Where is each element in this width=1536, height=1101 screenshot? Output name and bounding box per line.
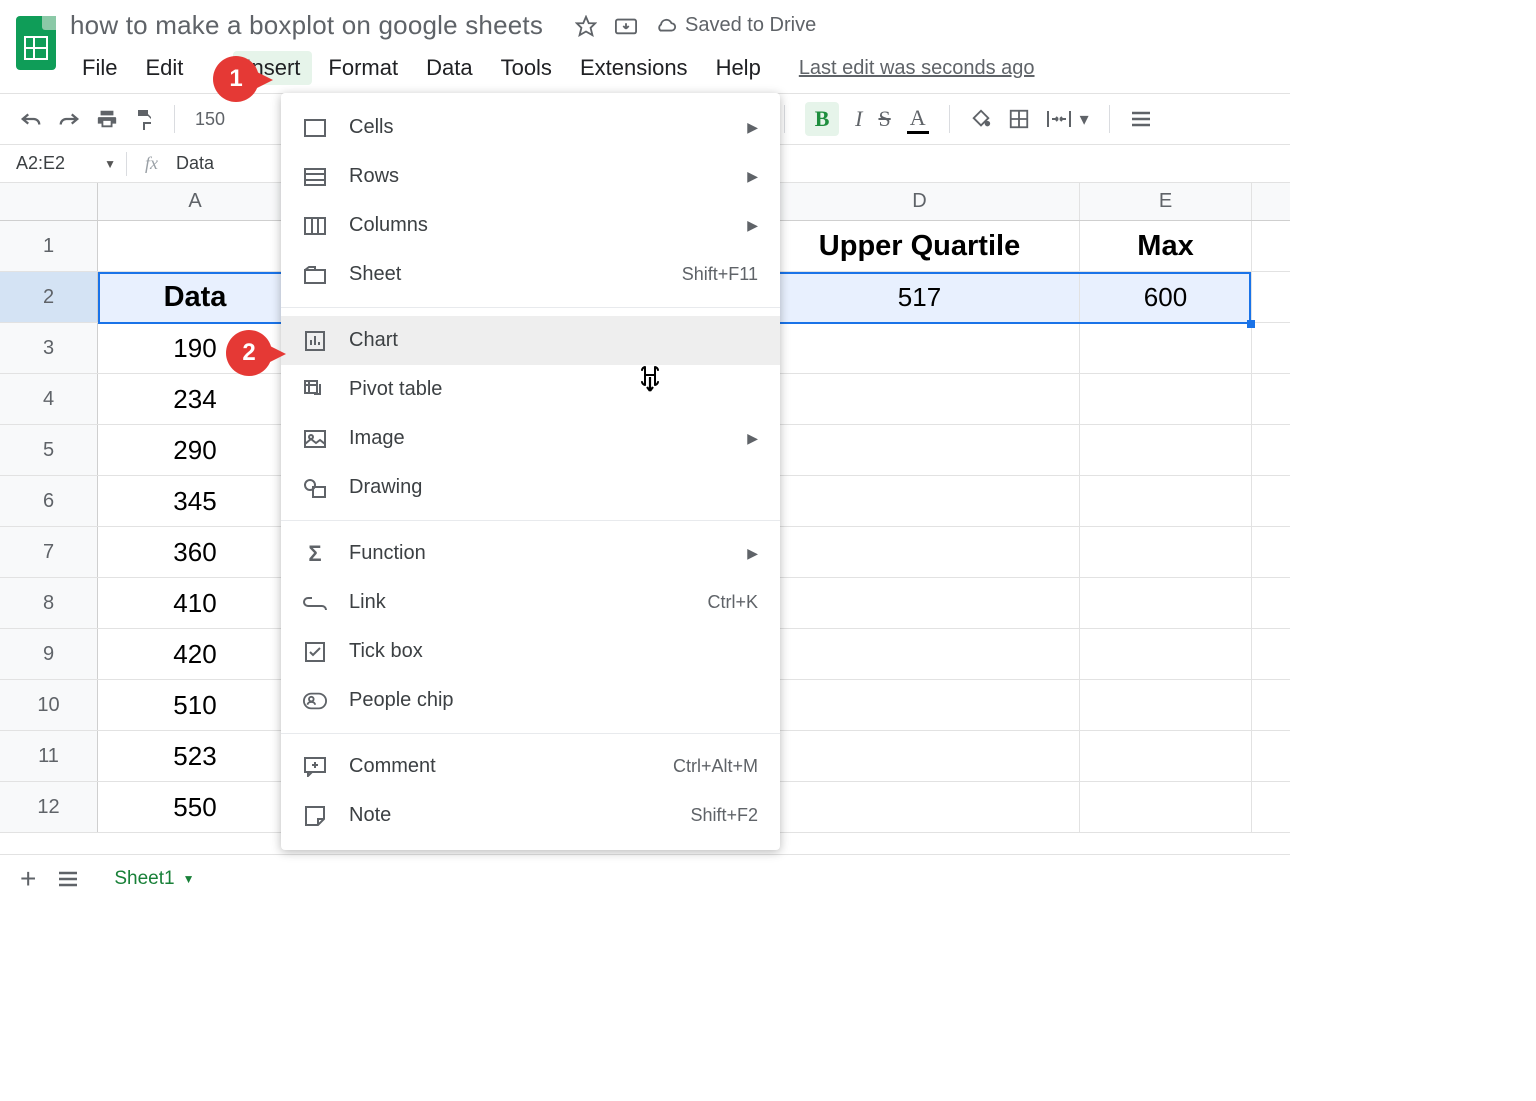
align-icon[interactable] xyxy=(1130,110,1152,128)
menu-note[interactable]: NoteShift+F2 xyxy=(281,791,780,840)
header-data[interactable]: Data xyxy=(98,272,293,322)
italic-button[interactable]: I xyxy=(855,106,862,132)
drawing-icon xyxy=(303,476,327,500)
menu-file[interactable]: File xyxy=(70,51,129,85)
save-status[interactable]: Saved to Drive xyxy=(655,14,816,37)
menu-data[interactable]: Data xyxy=(414,51,484,85)
document-title[interactable]: how to make a boxplot on google sheets xyxy=(70,10,543,41)
col-header-e[interactable]: E xyxy=(1080,183,1252,220)
col-header-a[interactable]: A xyxy=(98,183,293,220)
sheet-tab-bar: + Sheet1▼ xyxy=(0,854,1290,902)
formula-value[interactable]: Data xyxy=(176,153,214,174)
menu-tools[interactable]: Tools xyxy=(489,51,564,85)
print-icon[interactable] xyxy=(96,108,118,130)
function-icon: Σ xyxy=(303,542,327,566)
menu-edit[interactable]: Edit xyxy=(133,51,195,85)
app-header: how to make a boxplot on google sheets S… xyxy=(0,0,1290,85)
menu-tickbox[interactable]: Tick box xyxy=(281,627,780,676)
sheet-icon xyxy=(303,263,327,287)
col-header-d[interactable]: D xyxy=(760,183,1080,220)
menu-pivot-table[interactable]: Pivot table xyxy=(281,365,780,414)
zoom-select[interactable]: 150 xyxy=(195,109,225,130)
cells-icon xyxy=(303,116,327,140)
menu-comment[interactable]: CommentCtrl+Alt+M xyxy=(281,742,780,791)
paint-format-icon[interactable] xyxy=(134,108,154,130)
row-header[interactable]: 1 xyxy=(0,221,98,271)
menu-function[interactable]: ΣFunction▶ xyxy=(281,529,780,578)
menu-link[interactable]: LinkCtrl+K xyxy=(281,578,780,627)
checkbox-icon xyxy=(303,640,327,664)
menu-rows[interactable]: Rows▶ xyxy=(281,152,780,201)
sheets-logo[interactable] xyxy=(10,8,62,78)
last-edit-link[interactable]: Last edit was seconds ago xyxy=(799,57,1035,80)
pointer-cursor-icon xyxy=(637,364,663,394)
pivot-icon xyxy=(303,378,327,402)
menu-format[interactable]: Format xyxy=(316,51,410,85)
strike-button[interactable]: S xyxy=(878,106,890,132)
add-sheet-button[interactable]: + xyxy=(20,863,36,895)
name-box[interactable]: A2:E2▼ xyxy=(0,153,126,174)
merge-icon[interactable]: ▾ xyxy=(1046,109,1089,130)
menu-help[interactable]: Help xyxy=(704,51,773,85)
chart-icon xyxy=(303,329,327,353)
callout-2: 2 xyxy=(226,330,272,376)
move-icon[interactable] xyxy=(615,16,637,36)
cell-e2[interactable]: 600 xyxy=(1080,272,1252,322)
borders-icon[interactable] xyxy=(1008,108,1030,130)
rows-icon xyxy=(303,165,327,189)
menu-image[interactable]: Image▶ xyxy=(281,414,780,463)
image-icon xyxy=(303,427,327,451)
menu-people-chip[interactable]: People chip xyxy=(281,676,780,725)
menu-sheet[interactable]: SheetShift+F11 xyxy=(281,250,780,299)
callout-1: 1 xyxy=(213,56,259,102)
fx-label: fx xyxy=(127,153,176,174)
fill-color-icon[interactable] xyxy=(970,108,992,130)
menu-cells[interactable]: Cells▶ xyxy=(281,103,780,152)
people-chip-icon xyxy=(303,689,327,713)
text-color-button[interactable]: A xyxy=(907,105,929,134)
note-icon xyxy=(303,804,327,828)
insert-menu: Cells▶ Rows▶ Columns▶ SheetShift+F11 Cha… xyxy=(281,93,780,850)
undo-icon[interactable] xyxy=(20,110,42,128)
menu-chart[interactable]: Chart xyxy=(281,316,780,365)
header-max[interactable]: Max xyxy=(1080,221,1252,271)
star-icon[interactable] xyxy=(575,15,597,37)
menu-extensions[interactable]: Extensions xyxy=(568,51,700,85)
bold-button[interactable]: B xyxy=(805,102,839,136)
cell-d2[interactable]: 517 xyxy=(760,272,1080,322)
sheet-tab-1[interactable]: Sheet1▼ xyxy=(100,862,208,896)
header-upper-quartile[interactable]: Upper Quartile xyxy=(760,221,1080,271)
all-sheets-button[interactable] xyxy=(58,871,78,887)
row-header[interactable]: 2 xyxy=(0,272,98,322)
redo-icon[interactable] xyxy=(58,110,80,128)
cloud-icon xyxy=(655,17,677,35)
select-all-cell[interactable] xyxy=(0,183,98,220)
menu-columns[interactable]: Columns▶ xyxy=(281,201,780,250)
columns-icon xyxy=(303,214,327,238)
link-icon xyxy=(303,591,327,615)
comment-icon xyxy=(303,755,327,779)
menu-drawing[interactable]: Drawing xyxy=(281,463,780,512)
